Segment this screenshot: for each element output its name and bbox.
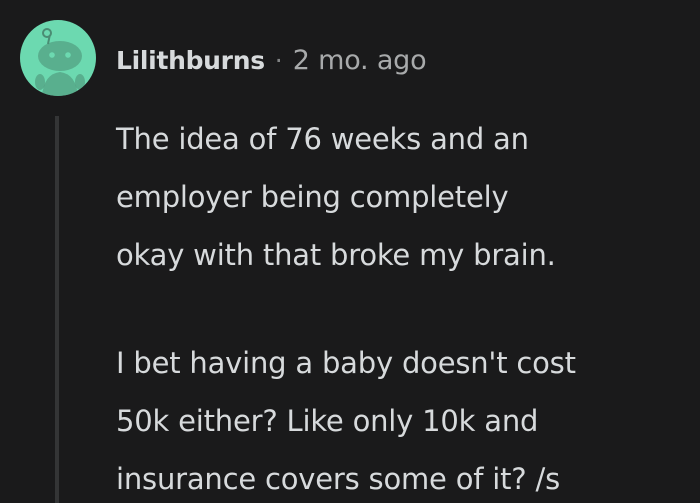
avatar[interactable] xyxy=(20,20,96,96)
snoo-avatar-icon xyxy=(35,28,85,96)
comment-line: okay with that broke my brain. xyxy=(116,238,556,272)
comment-line: 50k either? Like only 10k and xyxy=(116,404,539,438)
meta-separator: · xyxy=(274,45,283,75)
comment-line: I bet having a baby doesn't cost xyxy=(116,346,576,380)
timestamp[interactable]: 2 mo. ago xyxy=(293,45,427,76)
thread-line[interactable] xyxy=(55,116,59,503)
comment-line: insurance covers some of it? /s xyxy=(116,462,560,496)
comment-header: Lilithburns · 2 mo. ago xyxy=(116,40,427,80)
comment-body: The idea of 76 weeks and an employer bei… xyxy=(116,110,691,503)
comment-line: The idea of 76 weeks and an xyxy=(116,122,529,156)
comment: Lilithburns · 2 mo. ago The idea of 76 w… xyxy=(0,0,700,503)
username-link[interactable]: Lilithburns xyxy=(116,46,265,75)
comment-line: employer being completely xyxy=(116,180,509,214)
